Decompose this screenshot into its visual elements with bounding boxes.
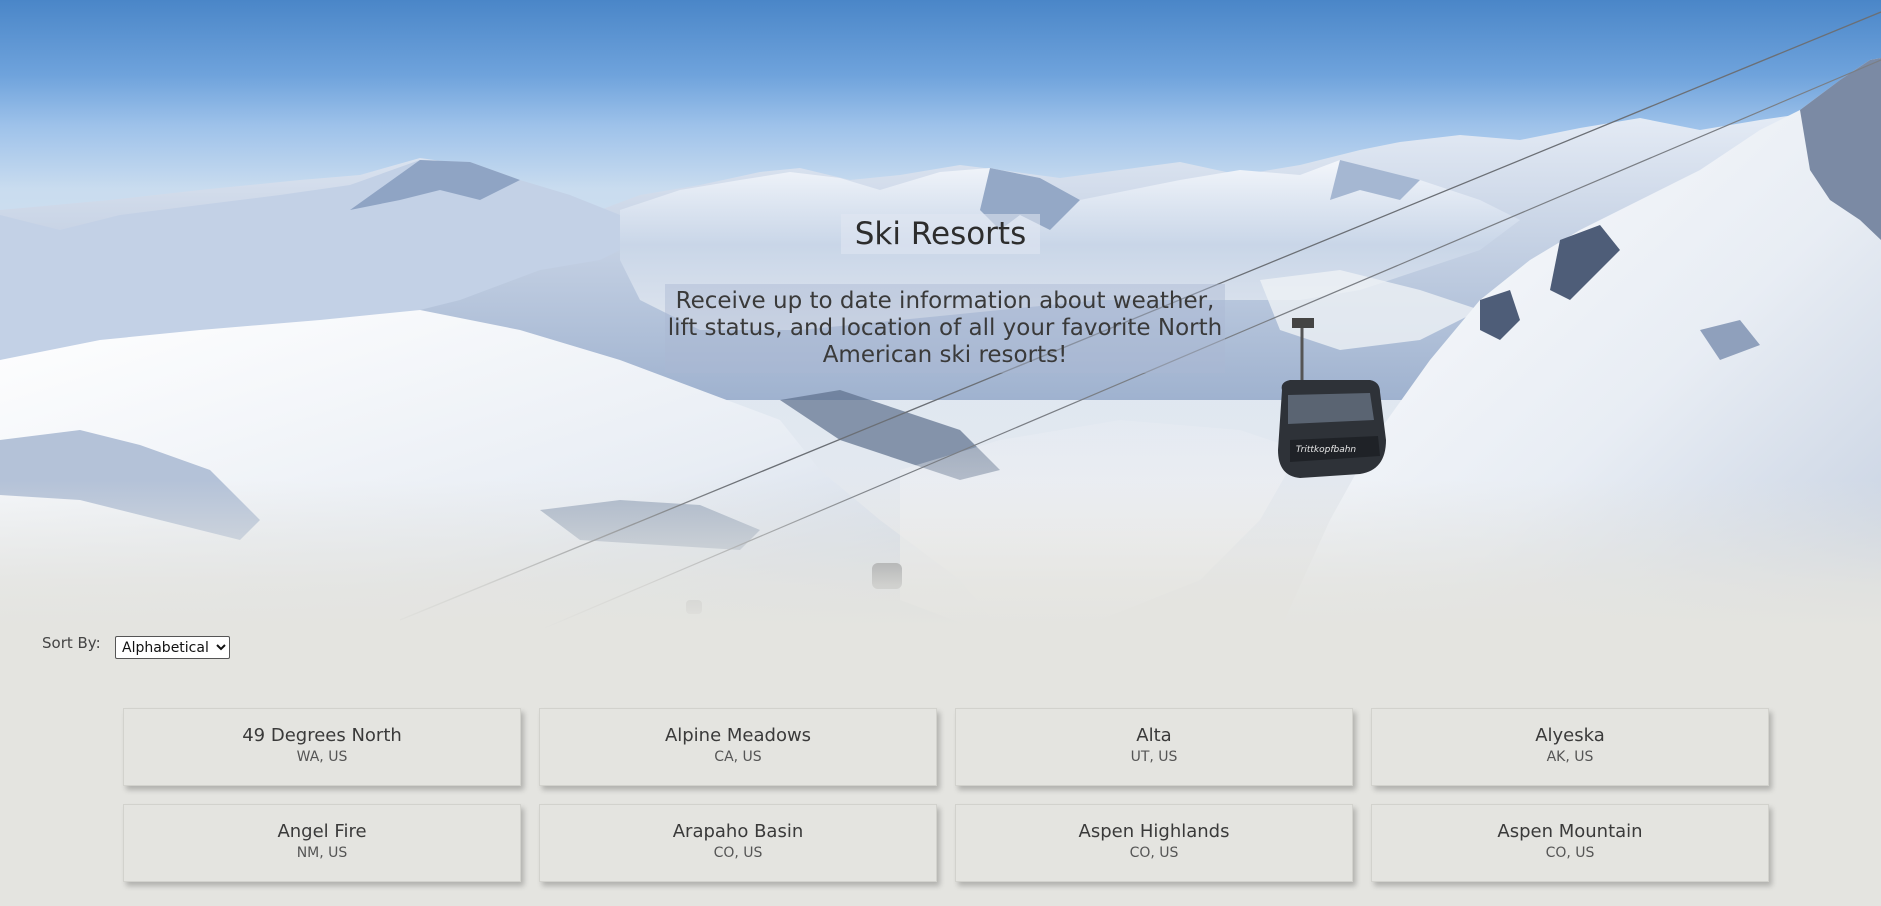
resort-location: NM, US <box>296 845 348 861</box>
hero-fade <box>0 480 1881 630</box>
resort-card[interactable]: 49 Degrees North WA, US <box>123 708 521 786</box>
resort-location: UT, US <box>1130 749 1178 765</box>
resort-name: Alpine Meadows <box>664 725 812 746</box>
resort-location: AK, US <box>1546 749 1594 765</box>
resort-name: Angel Fire <box>277 821 367 842</box>
resort-location: WA, US <box>296 749 348 765</box>
resort-name: Aspen Mountain <box>1497 821 1643 842</box>
resort-card[interactable]: Angel Fire NM, US <box>123 804 521 882</box>
gondola-label: Trittkopfbahn <box>1296 445 1357 455</box>
resort-location: CA, US <box>714 749 762 765</box>
resort-card[interactable]: Aspen Mountain CO, US <box>1371 804 1769 882</box>
resort-location: CO, US <box>713 845 763 861</box>
resort-location: CO, US <box>1545 845 1595 861</box>
sort-select[interactable]: Alphabetical <box>115 636 230 659</box>
hero-banner: Trittkopfbahn Ski Resorts Receive up to … <box>0 0 1881 630</box>
sort-label: Sort By: <box>42 634 101 652</box>
resort-card[interactable]: Alta UT, US <box>955 708 1353 786</box>
resort-name: Alyeska <box>1535 725 1605 746</box>
page-title-text: Ski Resorts <box>840 214 1041 254</box>
resort-name: Aspen Highlands <box>1078 821 1230 842</box>
resort-name: Arapaho Basin <box>672 821 804 842</box>
resort-name: 49 Degrees North <box>242 725 402 746</box>
resort-card[interactable]: Arapaho Basin CO, US <box>539 804 937 882</box>
resort-grid: 49 Degrees North WA, US Alpine Meadows C… <box>123 708 1769 882</box>
resort-card[interactable]: Aspen Highlands CO, US <box>955 804 1353 882</box>
page-title: Ski Resorts <box>0 214 1881 254</box>
resort-card[interactable]: Alyeska AK, US <box>1371 708 1769 786</box>
hero-description: Receive up to date information about wea… <box>665 284 1225 373</box>
resort-name: Alta <box>1136 725 1172 746</box>
resort-card[interactable]: Alpine Meadows CA, US <box>539 708 937 786</box>
resort-location: CO, US <box>1129 845 1179 861</box>
page: Trittkopfbahn Ski Resorts Receive up to … <box>0 0 1881 906</box>
